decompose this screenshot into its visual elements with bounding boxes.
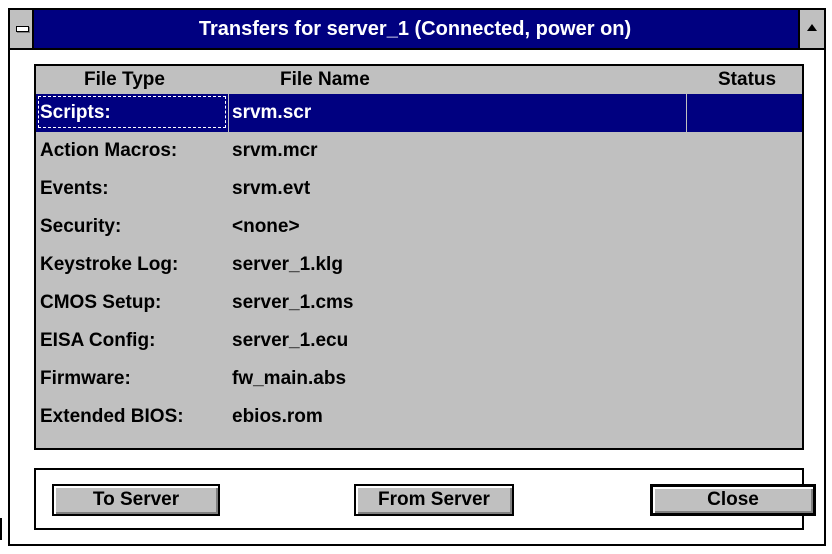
file-name-cell: server_1.ecu <box>232 330 349 351</box>
file-name-cell: server_1.cms <box>232 292 354 313</box>
file-name-cell: fw_main.abs <box>232 368 347 389</box>
file-type-cell: CMOS Setup: <box>40 292 162 313</box>
list-item[interactable]: Keystroke Log: server_1.klg <box>36 246 802 284</box>
file-type-cell: Action Macros: <box>40 140 178 161</box>
button-group: To Server From Server Close <box>34 468 816 530</box>
file-type-cell: Firmware: <box>40 368 131 389</box>
list-item[interactable]: Events: srvm.evt <box>36 170 802 208</box>
close-button[interactable]: Close <box>650 484 816 516</box>
file-type-cell: Security: <box>40 216 122 237</box>
transfer-list[interactable]: Scripts: srvm.scr Action Macros: srvm.mc… <box>34 94 804 450</box>
list-item[interactable]: EISA Config: server_1.ecu <box>36 322 802 360</box>
window-title: Transfers for server_1 (Connected, power… <box>198 18 632 40</box>
file-name-cell: <none> <box>232 216 300 237</box>
list-header: File Type File Name Status <box>34 64 804 94</box>
maximize-arrow-icon[interactable] <box>798 10 824 48</box>
column-header-file-name[interactable]: File Name <box>280 68 370 92</box>
list-item[interactable]: CMOS Setup: server_1.cms <box>36 284 802 322</box>
list-item[interactable]: Extended BIOS: ebios.rom <box>36 398 802 436</box>
file-name-cell: server_1.klg <box>232 254 343 275</box>
title-bar[interactable]: Transfers for server_1 (Connected, power… <box>10 10 824 50</box>
column-header-file-type[interactable]: File Type <box>84 68 165 92</box>
file-type-cell: EISA Config: <box>40 330 156 351</box>
transfers-window: Transfers for server_1 (Connected, power… <box>8 8 826 546</box>
file-name-cell: ebios.rom <box>232 406 323 427</box>
file-type-cell: Events: <box>40 178 109 199</box>
file-type-cell: Extended BIOS: <box>40 406 184 427</box>
system-menu-icon[interactable] <box>10 10 34 48</box>
list-item[interactable]: Scripts: srvm.scr <box>36 94 802 132</box>
file-name-cell: srvm.evt <box>232 178 311 199</box>
column-divider <box>228 94 229 132</box>
to-server-button[interactable]: To Server <box>52 484 220 516</box>
list-item[interactable]: Security: <none> <box>36 208 802 246</box>
column-header-status[interactable]: Status <box>718 68 776 92</box>
column-divider <box>686 94 687 132</box>
file-type-cell: Keystroke Log: <box>40 254 179 275</box>
file-name-cell: srvm.scr <box>232 102 312 123</box>
system-menu-bar-glyph <box>16 26 29 32</box>
from-server-button[interactable]: From Server <box>354 484 514 516</box>
file-type-cell: Scripts: <box>40 102 111 123</box>
list-item[interactable]: Firmware: fw_main.abs <box>36 360 802 398</box>
file-name-cell: srvm.mcr <box>232 140 318 161</box>
maximize-triangle-glyph <box>807 24 817 31</box>
window-edge-mark <box>0 518 2 540</box>
list-item[interactable]: Action Macros: srvm.mcr <box>36 132 802 170</box>
